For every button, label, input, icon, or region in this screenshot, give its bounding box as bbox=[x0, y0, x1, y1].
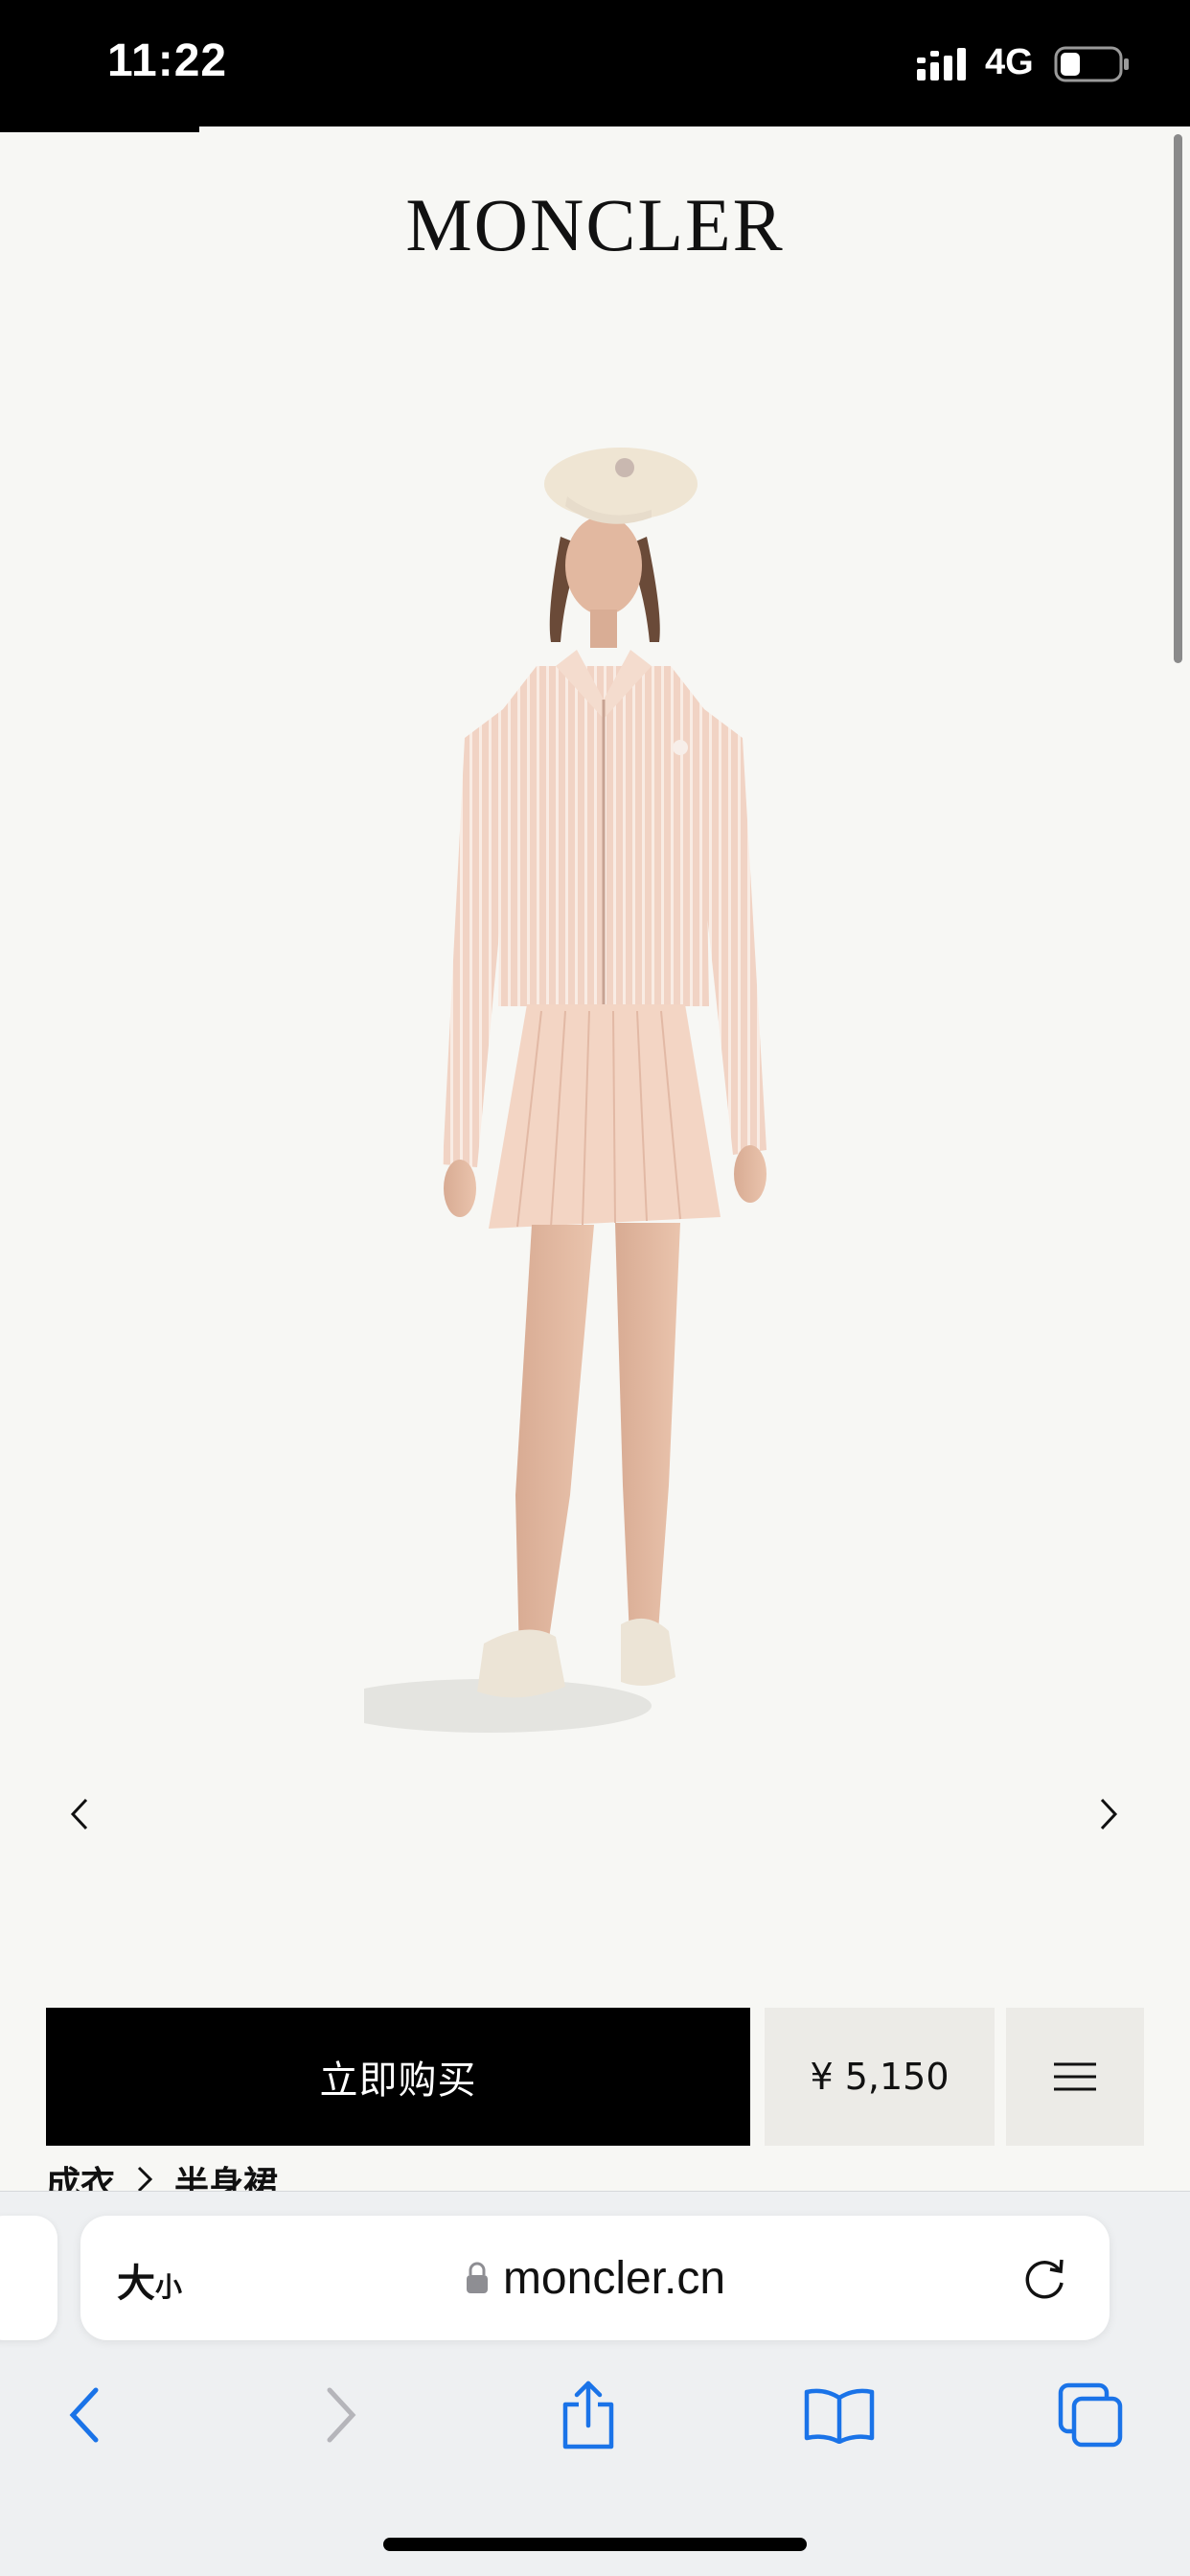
battery-icon bbox=[1054, 46, 1129, 82]
share-icon bbox=[562, 2380, 614, 2450]
forward-icon bbox=[327, 2387, 356, 2443]
home-indicator[interactable] bbox=[383, 2538, 807, 2551]
browser-tabs-button[interactable] bbox=[1052, 2377, 1129, 2453]
chevron-right-icon bbox=[1100, 1798, 1118, 1830]
browser-back-button[interactable] bbox=[46, 2377, 123, 2453]
buy-now-button[interactable]: 立即购买 bbox=[46, 2008, 750, 2146]
status-time: 11:22 bbox=[107, 35, 228, 86]
page-scrollbar[interactable] bbox=[1174, 134, 1182, 663]
chevron-right-icon bbox=[136, 2156, 153, 2195]
carousel-prev-button[interactable] bbox=[56, 1790, 103, 1838]
browser-forward-button[interactable] bbox=[303, 2377, 379, 2453]
page-load-progress bbox=[0, 126, 199, 132]
breadcrumb-item-clothing[interactable]: 成衣 bbox=[46, 2156, 115, 2195]
bookmarks-icon bbox=[804, 2388, 875, 2444]
product-model-image[interactable] bbox=[364, 422, 843, 1782]
url-display[interactable]: moncler.cn bbox=[80, 2216, 1110, 2340]
previous-tab-preview[interactable] bbox=[0, 2216, 57, 2340]
browser-share-button[interactable] bbox=[550, 2377, 627, 2453]
url-text: moncler.cn bbox=[502, 2252, 726, 2304]
back-icon bbox=[69, 2387, 99, 2443]
signal-icon bbox=[917, 48, 966, 80]
lock-icon bbox=[466, 2262, 488, 2293]
address-bar[interactable]: 大小 moncler.cn bbox=[80, 2216, 1110, 2340]
reload-icon[interactable] bbox=[1018, 2252, 1071, 2306]
carousel-next-button[interactable] bbox=[1085, 1790, 1133, 1838]
tabs-icon bbox=[1058, 2382, 1123, 2448]
hamburger-menu-icon bbox=[1054, 2062, 1096, 2091]
breadcrumb-item-skirts[interactable]: 半身裙 bbox=[174, 2156, 278, 2195]
network-label: 4G bbox=[985, 42, 1034, 82]
status-bar: 11:22 4G bbox=[0, 0, 1190, 126]
brand-logo[interactable]: MONCLER bbox=[0, 182, 1190, 268]
breadcrumb: 成衣 半身裙 bbox=[46, 2156, 278, 2195]
price-label: ¥ 5,150 bbox=[765, 2008, 995, 2146]
menu-button[interactable] bbox=[1006, 2008, 1144, 2146]
chevron-left-icon bbox=[70, 1798, 88, 1830]
browser-bookmarks-button[interactable] bbox=[801, 2377, 878, 2453]
